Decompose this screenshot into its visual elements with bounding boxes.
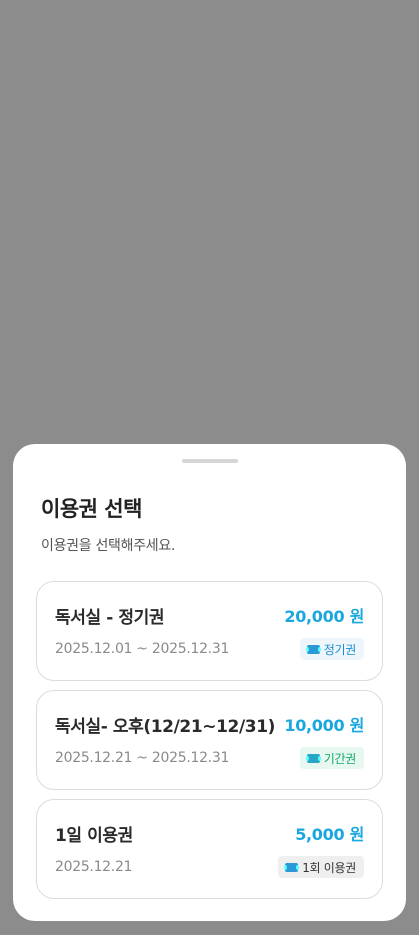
pass-date: 2025.12.21 <box>55 859 133 875</box>
sheet-title: 이용권 선택 <box>41 497 142 521</box>
pass-date: 2025.12.21 ~ 2025.12.31 <box>55 750 230 766</box>
pass-price: 20,000 원 <box>284 607 364 626</box>
ticket-icon <box>306 644 320 654</box>
pass-card[interactable]: 독서실- 오후(12/21~12/31) 10,000 원 2025.12.21… <box>36 690 383 790</box>
pass-price: 10,000 원 <box>284 716 364 735</box>
sheet-subtitle: 이용권을 선택해주세요. <box>41 538 176 554</box>
pass-date: 2025.12.01 ~ 2025.12.31 <box>55 641 230 657</box>
pass-name: 1일 이용권 <box>55 826 133 846</box>
pass-type-label: 기간권 <box>323 751 357 766</box>
pass-name: 독서실 - 정기권 <box>55 608 165 628</box>
pass-type-badge: 1회 이용권 <box>278 856 364 878</box>
pass-price: 5,000 원 <box>295 825 364 844</box>
pass-name: 독서실- 오후(12/21~12/31) <box>55 717 276 737</box>
pass-type-badge: 정기권 <box>299 638 364 660</box>
drag-handle[interactable] <box>182 459 238 463</box>
bottom-sheet: 이용권 선택 이용권을 선택해주세요. 독서실 - 정기권 20,000 원 2… <box>13 444 406 921</box>
pass-card[interactable]: 1일 이용권 5,000 원 2025.12.21 1회 이용권 <box>36 799 383 899</box>
pass-type-badge: 기간권 <box>299 747 364 769</box>
pass-type-label: 1회 이용권 <box>302 860 356 875</box>
pass-type-label: 정기권 <box>323 642 357 657</box>
pass-card[interactable]: 독서실 - 정기권 20,000 원 2025.12.01 ~ 2025.12.… <box>36 581 383 681</box>
ticket-icon <box>285 862 299 872</box>
ticket-icon <box>306 753 320 763</box>
